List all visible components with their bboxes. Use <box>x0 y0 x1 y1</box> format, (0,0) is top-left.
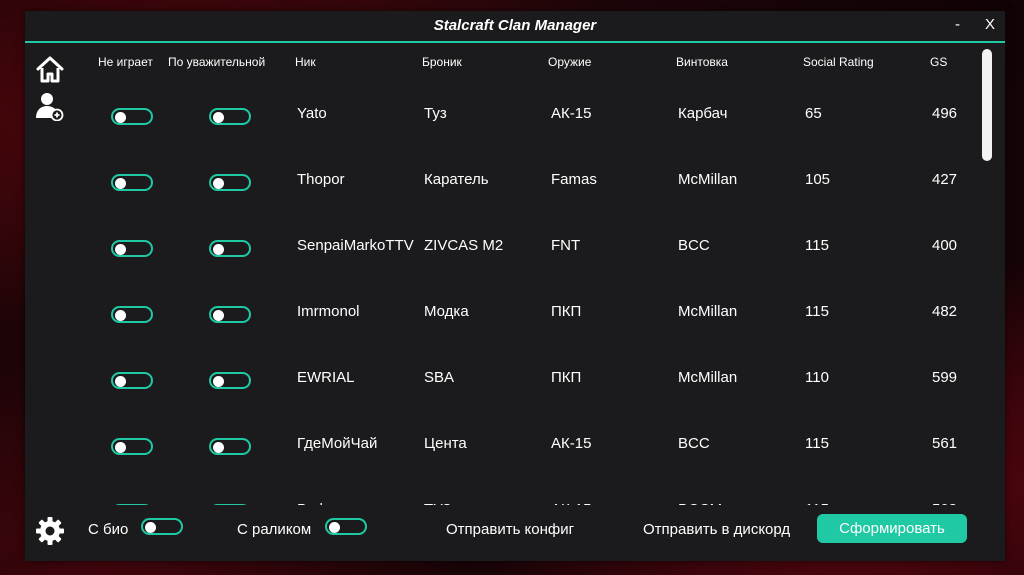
with-clip-toggle[interactable] <box>325 518 367 535</box>
social-rating-cell: 65 <box>805 105 822 122</box>
member-table: Yato Туз АК-15 Карбач 65 496 Thopor Каратель Fam… <box>25 73 985 505</box>
table-header: Не играет По уважительной Ник Броник Ору… <box>25 55 985 71</box>
header-social-rating: Social Rating <box>803 55 874 69</box>
excused-toggle[interactable] <box>209 372 251 389</box>
rifle-cell: BCC <box>678 435 710 452</box>
with-bio-toggle[interactable] <box>141 518 183 535</box>
scrollbar-thumb[interactable] <box>982 49 992 161</box>
armor-cell: ТУЗ <box>424 501 451 505</box>
excused-toggle[interactable] <box>209 438 251 455</box>
with-bio-label: С био <box>88 521 129 538</box>
app-title: Stalcraft Clan Manager <box>433 17 597 34</box>
weapon-cell: АК-15 <box>551 435 592 452</box>
social-rating-cell: 115 <box>805 237 829 254</box>
excused-toggle[interactable] <box>209 504 251 505</box>
generate-button[interactable]: Сформировать <box>817 514 967 543</box>
rifle-cell: BCCM <box>678 501 722 505</box>
send-discord-button[interactable]: Отправить в дискорд <box>643 521 790 538</box>
rifle-cell: McMillan <box>678 303 738 320</box>
armor-cell: Цента <box>424 435 467 452</box>
nick-cell: Yato <box>297 105 327 122</box>
table-row: EWRIAL SBA ПКП McMillan 110 599 <box>25 357 985 397</box>
armor-cell: Каратель <box>424 171 489 188</box>
nick-cell: SenpaiMarkoTTV <box>297 237 414 254</box>
weapon-cell: АК-15 <box>551 105 592 122</box>
not-playing-toggle[interactable] <box>111 306 153 323</box>
social-rating-cell: 115 <box>805 501 829 505</box>
gs-cell: 482 <box>932 303 958 320</box>
gear-icon[interactable] <box>35 516 65 546</box>
rifle-cell: BCC <box>678 237 710 254</box>
rifle-cell: McMillan <box>678 171 738 188</box>
table-row: Thopor Каратель Famas McMillan 105 427 <box>25 159 985 199</box>
not-playing-toggle[interactable] <box>111 372 153 389</box>
gs-cell: 599 <box>932 369 958 386</box>
nick-cell: Thopor <box>297 171 345 188</box>
table-row: Yato Туз АК-15 Карбач 65 496 <box>25 93 985 133</box>
rifle-cell: Карбач <box>678 105 728 122</box>
excused-toggle[interactable] <box>209 174 251 191</box>
header-armor: Броник <box>422 55 462 69</box>
send-config-button[interactable]: Отправить конфиг <box>446 521 574 538</box>
minimize-button[interactable]: - <box>955 16 960 33</box>
header-not-playing: Не играет <box>98 55 153 69</box>
footer-bar: С био С раликом Отправить конфиг Отправи… <box>25 511 1005 551</box>
not-playing-toggle[interactable] <box>111 240 153 257</box>
nick-cell: Imrmonol <box>297 303 360 320</box>
excused-toggle[interactable] <box>209 240 251 257</box>
weapon-cell: ПКП <box>551 369 582 386</box>
gs-cell: 427 <box>932 171 958 188</box>
not-playing-toggle[interactable] <box>111 438 153 455</box>
gs-cell: 503 <box>932 501 957 505</box>
nick-cell: EWRIAL <box>297 369 355 386</box>
gs-cell: 496 <box>932 105 958 122</box>
not-playing-toggle[interactable] <box>111 504 153 505</box>
weapon-cell: АК-15 <box>551 501 591 505</box>
not-playing-toggle[interactable] <box>111 108 153 125</box>
close-button[interactable]: X <box>985 16 995 33</box>
nick-cell: ГдеМойЧай <box>297 435 378 452</box>
table-row: Imrmonol Модка ПКП McMillan 115 482 <box>25 291 985 331</box>
header-nick: Ник <box>295 55 316 69</box>
title-accent-line <box>25 41 1005 43</box>
table-row: SenpaiMarkoTTV ZIVCAS M2 FNT BCC 115 400 <box>25 225 985 265</box>
armor-cell: SBA <box>424 369 455 386</box>
armor-cell: Модка <box>424 303 469 320</box>
table-row: Bzd ТУЗ АК-15 BCCM 115 503 <box>25 489 985 505</box>
weapon-cell: ПКП <box>551 303 582 320</box>
social-rating-cell: 110 <box>805 369 829 386</box>
gs-cell: 561 <box>932 435 958 452</box>
header-excused: По уважительной <box>168 55 266 69</box>
nick-cell: Bzd <box>297 501 323 505</box>
weapon-cell: Famas <box>551 171 597 188</box>
not-playing-toggle[interactable] <box>111 174 153 191</box>
with-clip-label: С раликом <box>237 521 312 538</box>
title-bar[interactable]: Stalcraft Clan Manager - X <box>25 11 1005 43</box>
header-gs: GS <box>930 55 948 69</box>
excused-toggle[interactable] <box>209 306 251 323</box>
social-rating-cell: 115 <box>805 435 829 452</box>
gs-cell: 400 <box>932 237 958 254</box>
rifle-cell: McMillan <box>678 369 738 386</box>
header-rifle: Винтовка <box>676 55 728 69</box>
social-rating-cell: 105 <box>805 171 831 188</box>
armor-cell: Туз <box>424 105 447 122</box>
social-rating-cell: 115 <box>805 303 829 320</box>
excused-toggle[interactable] <box>209 108 251 125</box>
header-weapon: Оружие <box>548 55 592 69</box>
app-window: Stalcraft Clan Manager - X Не играет По … <box>25 11 1005 561</box>
table-row: ГдеМойЧай Цента АК-15 BCC 115 561 <box>25 423 985 463</box>
armor-cell: ZIVCAS M2 <box>424 237 504 254</box>
weapon-cell: FNT <box>551 237 581 254</box>
